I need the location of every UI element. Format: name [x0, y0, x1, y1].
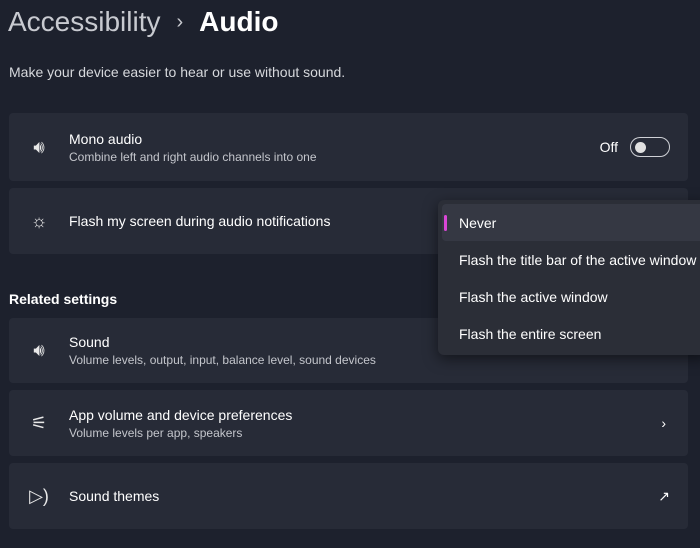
- related-settings-heading: Related settings: [9, 291, 118, 307]
- speaker-icon: 🔊︎: [33, 340, 45, 360]
- dropdown-option-title-bar[interactable]: Flash the title bar of the active window: [442, 241, 700, 278]
- flash-dropdown-menu: Never Flash the title bar of the active …: [438, 200, 700, 355]
- breadcrumb: Accessibility › Audio: [8, 6, 278, 38]
- flash-bell-icon: ☼: [30, 210, 48, 231]
- mono-audio-state: Off: [599, 139, 618, 155]
- page-title: Audio: [199, 6, 279, 37]
- speaker-icon: 🔊︎: [33, 136, 45, 157]
- mixer-icon: ⚟: [30, 412, 48, 433]
- chevron-right-icon: ›: [661, 415, 666, 431]
- dropdown-option-entire-screen[interactable]: Flash the entire screen: [442, 315, 700, 352]
- sound-desc: Volume levels, output, input, balance le…: [69, 353, 376, 367]
- dropdown-option-never[interactable]: Never: [442, 204, 700, 241]
- flash-screen-title: Flash my screen during audio notificatio…: [69, 213, 331, 229]
- mono-audio-card: 🔊︎ Mono audio Combine left and right audi…: [9, 113, 688, 181]
- mono-audio-title: Mono audio: [69, 130, 143, 147]
- page-subtitle: Make your device easier to hear or use w…: [9, 64, 346, 80]
- dropdown-option-active-window[interactable]: Flash the active window: [442, 278, 700, 315]
- related-sound-themes[interactable]: ▷) Sound themes ↗: [9, 463, 688, 529]
- mono-audio-toggle[interactable]: [630, 137, 670, 157]
- breadcrumb-accessibility[interactable]: Accessibility: [8, 6, 160, 38]
- related-app-volume[interactable]: ⚟ App volume and device preferences Volum…: [9, 390, 688, 456]
- sound-themes-icon: ▷): [29, 485, 49, 506]
- app-volume-desc: Volume levels per app, speakers: [69, 425, 243, 440]
- mono-audio-desc: Combine left and right audio channels in…: [69, 149, 317, 164]
- sound-themes-title: Sound themes: [69, 488, 160, 504]
- sound-title: Sound: [69, 334, 110, 350]
- chevron-right-icon: ›: [176, 10, 184, 33]
- app-volume-title: App volume and device preferences: [69, 406, 293, 423]
- external-link-icon: ↗: [658, 487, 670, 504]
